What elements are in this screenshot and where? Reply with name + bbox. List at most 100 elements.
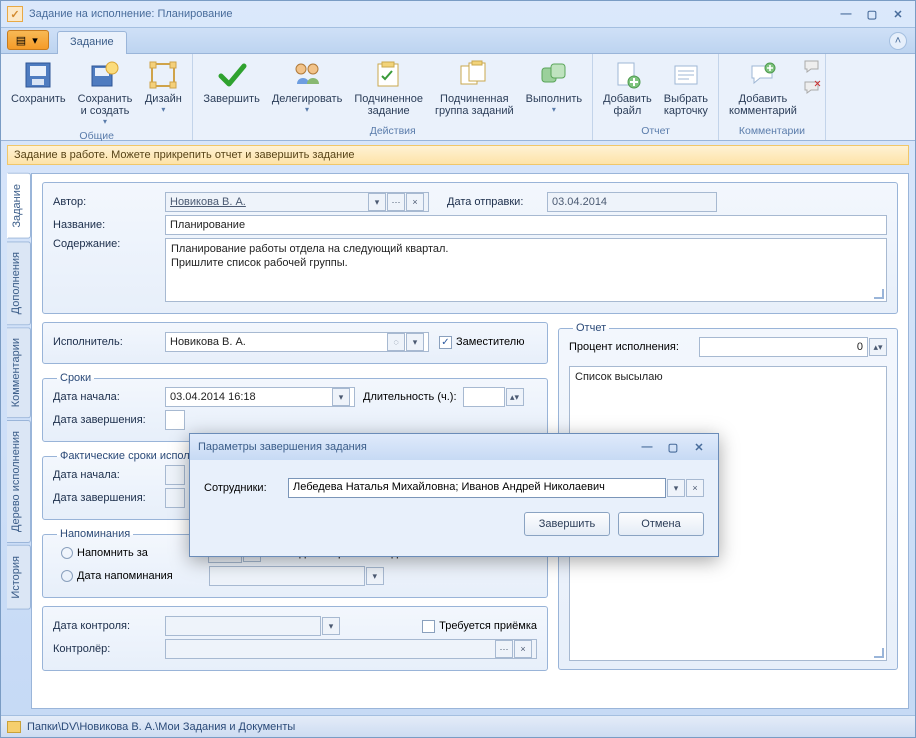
author-label: Автор: xyxy=(53,196,165,208)
start-field[interactable]: 03.04.2014 16:18▾ xyxy=(165,387,355,407)
remind-date-dd-icon[interactable]: ▾ xyxy=(366,567,384,585)
employees-clear-icon[interactable]: × xyxy=(686,479,704,497)
assignee-search-icon[interactable]: ◌ xyxy=(387,333,405,351)
close-button[interactable]: ✕ xyxy=(887,5,909,23)
execute-button[interactable]: Выполнить ▾ xyxy=(521,56,587,124)
duration-field[interactable] xyxy=(463,387,505,407)
finish-params-dialog: Параметры завершения задания — ▢ ✕ Сотру… xyxy=(189,433,719,557)
author-field[interactable]: Новикова В. А. ▾ ⋯ × xyxy=(165,192,429,212)
sidetab-tree[interactable]: Дерево исполнения xyxy=(7,420,31,543)
assignee-field[interactable]: Новикова В. А. ◌ ▾ xyxy=(165,332,429,352)
control-date-dd-icon[interactable]: ▾ xyxy=(322,617,340,635)
controller-clear-icon[interactable]: × xyxy=(514,640,532,658)
add-file-icon xyxy=(611,59,643,91)
sub-group-icon xyxy=(458,59,490,91)
sidetab-history[interactable]: История xyxy=(7,545,31,610)
sub-group-button[interactable]: Подчиненная группа заданий xyxy=(430,56,519,124)
side-tabs: Задание Дополнения Комментарии Дерево ис… xyxy=(7,173,31,709)
author-dd-icon[interactable]: ▾ xyxy=(368,193,386,211)
report-legend: Отчет xyxy=(573,322,609,334)
remind-in-radio[interactable] xyxy=(61,547,73,559)
sidetab-comments[interactable]: Комментарии xyxy=(7,327,31,418)
ribbon: Сохранить Сохранить и создать ▾ Дизайн ▾… xyxy=(1,53,915,141)
sent-label: Дата отправки: xyxy=(447,196,547,208)
card-icon xyxy=(670,59,702,91)
add-file-button[interactable]: Добавить файл xyxy=(598,56,657,124)
sidetab-task[interactable]: Задание xyxy=(7,173,31,239)
pick-card-button[interactable]: Выбрать карточку xyxy=(659,56,713,124)
dialog-finish-button[interactable]: Завершить xyxy=(524,512,610,536)
employees-dd-icon[interactable]: ▾ xyxy=(667,479,685,497)
controller-field[interactable]: ⋯× xyxy=(165,639,537,659)
finish-button[interactable]: Завершить xyxy=(198,56,264,124)
save-and-create-button[interactable]: Сохранить и создать ▾ xyxy=(73,56,138,129)
status-bar: Папки\DV\Новикова В. А.\Мои Задания и До… xyxy=(1,715,915,737)
add-comment-button[interactable]: Добавить комментарий xyxy=(724,56,802,124)
end-label: Дата завершения: xyxy=(53,414,165,426)
accept-required-label: Требуется приёмка xyxy=(439,620,537,632)
fact-start-field xyxy=(165,465,185,485)
status-path: Папки\DV\Новикова В. А.\Мои Задания и До… xyxy=(27,721,295,733)
resize-handle-icon[interactable] xyxy=(874,648,884,658)
control-panel: Дата контроля: ▾ Требуется приёмка Контр… xyxy=(42,606,548,671)
minimize-button[interactable]: — xyxy=(835,5,857,23)
ribbon-tabrow: ▤▾ Задание ˄ xyxy=(1,27,915,53)
ribbon-group-comments: Добавить комментарий Комментарии xyxy=(719,54,826,140)
start-label: Дата начала: xyxy=(53,391,165,403)
qat-dd-icon: ▾ xyxy=(28,34,42,47)
percent-label: Процент исполнения: xyxy=(569,341,699,353)
author-more-icon[interactable]: ⋯ xyxy=(387,193,405,211)
name-field[interactable]: Планирование xyxy=(165,215,887,235)
percent-spinner[interactable]: ▴▾ xyxy=(869,338,887,356)
dialog-close-button[interactable]: ✕ xyxy=(688,438,710,456)
quick-access-toolbar[interactable]: ▤▾ xyxy=(7,30,49,50)
qat-view-icon: ▤ xyxy=(14,34,28,47)
controller-more-icon[interactable]: ⋯ xyxy=(495,640,513,658)
titlebar: ✓ Задание на исполнение: Планирование — … xyxy=(1,1,915,27)
duration-spinner[interactable]: ▴▾ xyxy=(506,388,524,406)
remind-in-label: Напомнить за xyxy=(77,547,148,559)
tab-task[interactable]: Задание xyxy=(57,31,127,54)
ribbon-group-actions: Завершить Делегировать ▾ Подчиненное зад… xyxy=(193,54,593,140)
deputy-checkbox[interactable]: ✓ xyxy=(439,336,452,349)
design-button[interactable]: Дизайн ▾ xyxy=(139,56,187,129)
remind-date-radio[interactable] xyxy=(61,570,73,582)
maximize-button[interactable]: ▢ xyxy=(861,5,883,23)
accept-required-checkbox[interactable] xyxy=(422,620,435,633)
dialog-title: Параметры завершения задания xyxy=(198,441,367,453)
content-textarea[interactable]: Планирование работы отдела на следующий … xyxy=(165,238,887,302)
fact-start-label: Дата начала: xyxy=(53,469,165,481)
employees-field[interactable]: Лебедева Наталья Михайловна; Иванов Андр… xyxy=(288,478,666,498)
end-field[interactable] xyxy=(165,410,185,430)
ribbon-group-common: Сохранить Сохранить и создать ▾ Дизайн ▾… xyxy=(1,54,193,140)
edit-comment-icon[interactable] xyxy=(803,58,821,76)
save-button[interactable]: Сохранить xyxy=(6,56,71,129)
dialog-titlebar: Параметры завершения задания — ▢ ✕ xyxy=(190,434,718,460)
chevron-down-icon: ▾ xyxy=(161,105,165,114)
control-date-field[interactable] xyxy=(165,616,321,636)
start-dd-icon[interactable]: ▾ xyxy=(332,388,350,406)
percent-field[interactable]: 0 xyxy=(699,337,868,357)
header-panel: Автор: Новикова В. А. ▾ ⋯ × Дата отправк… xyxy=(42,182,898,314)
sidetab-extra[interactable]: Дополнения xyxy=(7,241,31,325)
delegate-button[interactable]: Делегировать ▾ xyxy=(267,56,348,124)
add-comment-icon xyxy=(747,59,779,91)
dialog-minimize-button[interactable]: — xyxy=(636,438,658,456)
dates-panel: Сроки Дата начала: 03.04.2014 16:18▾ Дли… xyxy=(42,372,548,442)
sub-task-button[interactable]: Подчиненное задание xyxy=(349,56,428,124)
delete-comment-icon[interactable] xyxy=(803,79,821,97)
assignee-panel: Исполнитель: Новикова В. А. ◌ ▾ ✓ Замест… xyxy=(42,322,548,364)
remind-legend: Напоминания xyxy=(57,528,133,540)
remind-date-field[interactable] xyxy=(209,566,365,586)
dialog-maximize-button[interactable]: ▢ xyxy=(662,438,684,456)
dialog-cancel-button[interactable]: Отмена xyxy=(618,512,704,536)
author-clear-icon[interactable]: × xyxy=(406,193,424,211)
ribbon-collapse-button[interactable]: ˄ xyxy=(889,32,907,50)
delegate-icon xyxy=(291,59,323,91)
dates-legend: Сроки xyxy=(57,372,94,384)
name-label: Название: xyxy=(53,219,165,231)
execute-icon xyxy=(538,59,570,91)
task-icon: ✓ xyxy=(7,6,23,22)
resize-handle-icon[interactable] xyxy=(874,289,884,299)
assignee-dd-icon[interactable]: ▾ xyxy=(406,333,424,351)
